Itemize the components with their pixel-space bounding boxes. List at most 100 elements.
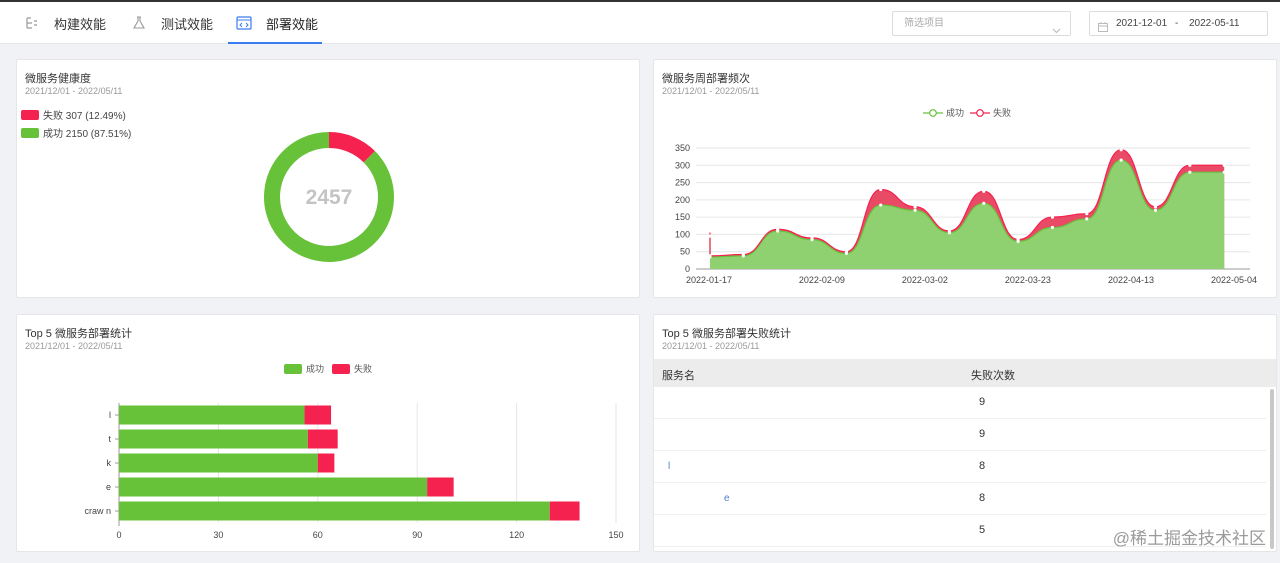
tab-deploy-label: 部署效能 bbox=[266, 16, 319, 32]
bar-fail bbox=[317, 453, 335, 473]
date-range-picker[interactable]: 2021-12-01 - 2022-05-11 bbox=[1089, 11, 1268, 36]
row-fail-count: 5 bbox=[979, 524, 986, 536]
x-tick-label: 2022-03-02 bbox=[902, 275, 948, 285]
legend-success-swatch bbox=[21, 127, 39, 138]
y-tick-label: 150 bbox=[675, 212, 690, 222]
bar-fail bbox=[427, 477, 454, 497]
bar-success bbox=[119, 453, 318, 473]
table-row[interactable]: 9 bbox=[654, 387, 1266, 419]
x-tick-label: 30 bbox=[213, 530, 223, 540]
weekly-legend-success[interactable]: 成功 bbox=[923, 106, 964, 119]
bar-fail bbox=[304, 405, 332, 425]
tab-test[interactable]: 测试效能 bbox=[131, 2, 213, 44]
point-fail bbox=[810, 236, 814, 240]
chevron-down-icon bbox=[1052, 20, 1061, 43]
bar-success bbox=[119, 429, 308, 449]
bar-fail bbox=[307, 429, 338, 449]
point-success bbox=[1119, 158, 1123, 162]
y-tick-label: 300 bbox=[675, 160, 690, 170]
fail-table-title: Top 5 微服务部署失败统计 bbox=[662, 328, 791, 340]
point-fail bbox=[741, 252, 745, 257]
x-tick-label: 120 bbox=[509, 530, 524, 540]
top5-legend-fail[interactable]: 失败 bbox=[332, 362, 372, 375]
x-tick-label: 2022-01-17 bbox=[686, 275, 732, 285]
y-tick-label: 350 bbox=[675, 143, 690, 153]
top5-legend-fail-swatch bbox=[332, 363, 350, 374]
legend-fail-swatch bbox=[21, 109, 39, 120]
point-success bbox=[1222, 170, 1226, 174]
point-fail bbox=[1050, 215, 1055, 219]
x-tick-label: 2022-05-04 bbox=[1211, 275, 1257, 285]
point-fail bbox=[1085, 212, 1089, 216]
table-row[interactable]: e 8 bbox=[654, 483, 1266, 515]
y-tick-label: 100 bbox=[675, 229, 690, 239]
col-fail-count[interactable]: 失败次数 bbox=[971, 367, 1015, 383]
weekly-legend-fail[interactable]: 失败 bbox=[970, 106, 1011, 119]
build-icon bbox=[24, 15, 40, 31]
point-success bbox=[1188, 170, 1192, 174]
point-fail bbox=[844, 250, 848, 254]
y-tick-label: 200 bbox=[675, 195, 690, 205]
weekly-area-chart: 0 50 100 150 200 250 300 350 2022-01-17 2022-02-0… bbox=[675, 143, 1257, 285]
weekly-subtitle: 2021/12/01 - 2022/05/11 bbox=[662, 86, 760, 96]
point-fail bbox=[708, 229, 712, 233]
tab-deploy[interactable]: 部署效能 bbox=[236, 2, 318, 44]
point-fail bbox=[947, 229, 952, 233]
weekly-legend-success-label: 成功 bbox=[946, 108, 965, 118]
point-fail bbox=[1153, 205, 1158, 209]
x-tick-label: 2022-03-23 bbox=[1005, 275, 1051, 285]
tab-test-label: 测试效能 bbox=[161, 16, 214, 32]
date-end[interactable]: 2022-05-11 bbox=[1189, 12, 1239, 35]
y-tick-label: l bbox=[109, 410, 111, 420]
top5-legend-success[interactable]: 成功 bbox=[284, 362, 324, 375]
project-filter-select[interactable]: 筛选项目 bbox=[892, 11, 1071, 36]
weekly-legend-fail-label: 失败 bbox=[993, 108, 1012, 118]
date-start[interactable]: 2021-12-01 bbox=[1116, 12, 1167, 35]
donut-center-total: 2457 bbox=[306, 186, 353, 209]
table-row[interactable]: l 8 bbox=[654, 451, 1266, 483]
point-success bbox=[708, 234, 712, 238]
legend-fail[interactable]: 失败 307 (12.49%) bbox=[21, 107, 126, 122]
point-fail bbox=[708, 254, 712, 258]
point-fail bbox=[982, 189, 986, 193]
row-service-name[interactable]: e bbox=[724, 493, 730, 504]
x-tick-label: 150 bbox=[608, 530, 623, 540]
bar-success bbox=[119, 477, 428, 497]
project-filter-placeholder: 筛选项目 bbox=[904, 18, 944, 29]
point-success bbox=[913, 208, 917, 212]
health-card: 微服务健康度 2021/12/01 - 2022/05/11 失败 307 (1… bbox=[16, 59, 640, 298]
top5-legend-fail-label: 失败 bbox=[354, 364, 373, 374]
top5-bar-chart: 0 30 60 90 120 150 l t k e craw n bbox=[84, 403, 624, 540]
point-success bbox=[879, 203, 883, 207]
point-success bbox=[1050, 225, 1055, 230]
tab-build[interactable]: 构建效能 bbox=[24, 2, 106, 44]
y-tick-label: k bbox=[107, 458, 112, 468]
legend-success[interactable]: 成功 2150 (87.51%) bbox=[21, 125, 131, 140]
bar-fail bbox=[549, 501, 580, 521]
top5-legend-success-swatch bbox=[284, 363, 302, 374]
row-service-name[interactable]: l bbox=[668, 461, 670, 472]
fail-table-header: 服务名 失败次数 bbox=[654, 359, 1276, 387]
col-service-name[interactable]: 服务名 bbox=[662, 367, 695, 383]
x-tick-label: 2022-02-09 bbox=[799, 275, 845, 285]
flask-icon bbox=[131, 15, 147, 31]
date-separator: - bbox=[1175, 18, 1179, 29]
table-row[interactable]: 9 bbox=[654, 419, 1266, 451]
top-nav-bar: 构建效能 测试效能 部署效能 筛选项目 2021-12-01 - 2022-05… bbox=[0, 0, 1280, 44]
bar-success bbox=[119, 405, 305, 425]
point-success bbox=[1085, 217, 1089, 221]
top5-legend-success-label: 成功 bbox=[306, 364, 325, 374]
active-tab-indicator bbox=[228, 42, 322, 44]
y-tick-label: 250 bbox=[675, 178, 690, 188]
legend-fail-label: 失败 307 (12.49%) bbox=[43, 111, 126, 122]
point-fail bbox=[879, 187, 883, 192]
calendar-icon bbox=[1098, 18, 1108, 41]
y-tick-label: t bbox=[108, 434, 111, 444]
x-tick-label: 0 bbox=[116, 530, 121, 540]
legend-line-fail-icon bbox=[970, 108, 990, 117]
y-tick-label: e bbox=[106, 482, 111, 492]
health-donut-chart: 2457 bbox=[264, 132, 394, 262]
table-scrollbar[interactable] bbox=[1270, 389, 1274, 549]
point-fail bbox=[1222, 163, 1226, 167]
top5-title: Top 5 微服务部署统计 bbox=[25, 328, 132, 340]
